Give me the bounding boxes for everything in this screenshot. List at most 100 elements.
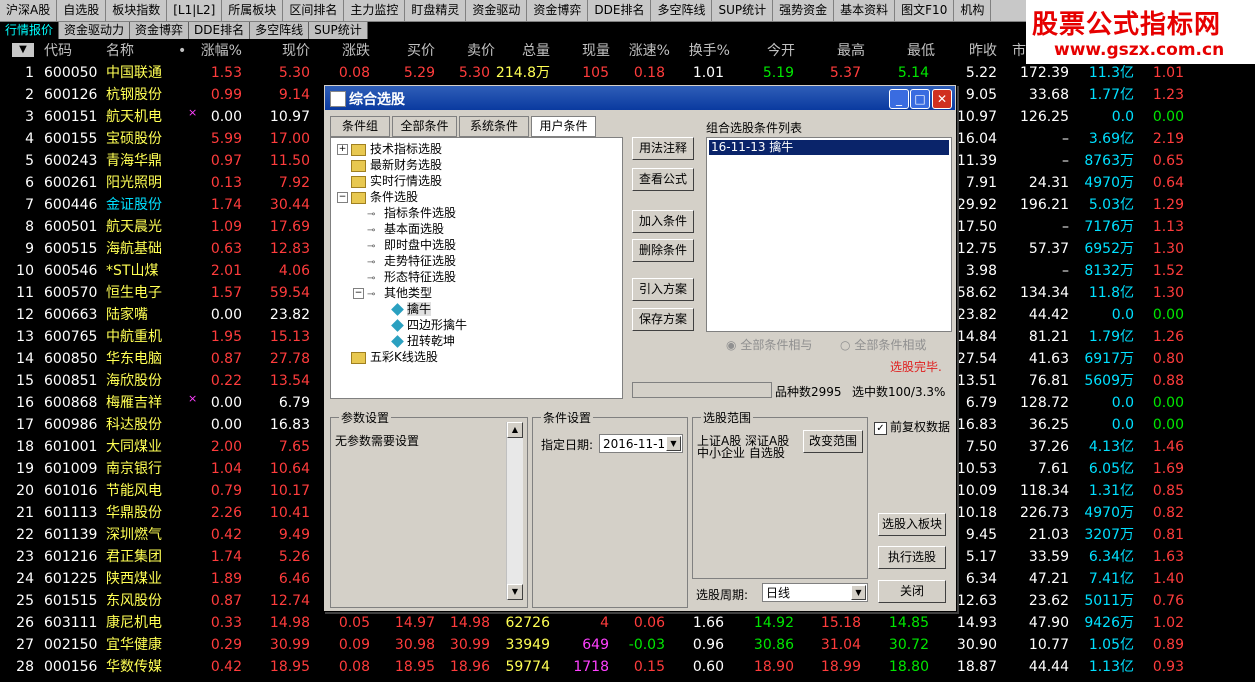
radio-and[interactable]: ◉ 全部条件相与 [726, 336, 812, 353]
tree-item-other[interactable]: − ⊸ 其他类型 [353, 286, 432, 301]
column-header[interactable]: 最高 [825, 40, 865, 62]
change-range-button[interactable]: 改变范围 [803, 430, 863, 453]
column-header[interactable]: 总量 [510, 40, 550, 62]
cell-r: 0.64 [1152, 175, 1184, 191]
column-header[interactable]: 市 [1012, 40, 1032, 62]
view-formula-button[interactable]: 查看公式 [632, 168, 694, 191]
column-header[interactable]: • [178, 40, 188, 62]
cell-price: 30.44 [269, 197, 310, 213]
minimize-icon[interactable]: _ [889, 89, 909, 109]
chevron-down-icon[interactable]: ▼ [851, 585, 866, 600]
tree-item-quad-qinniu[interactable]: 四边形擒牛 [391, 318, 467, 333]
tab-0[interactable]: 行情报价 [0, 22, 60, 39]
menu-item[interactable]: 沪深A股 [0, 0, 58, 21]
table-row[interactable]: 28 000156 华数传媒 0.42 18.95 0.08 18.95 18.96 59774… [0, 656, 1255, 678]
tree-item-fundamental[interactable]: ⊸ 基本面选股 [367, 222, 444, 237]
column-header[interactable]: 卖价 [455, 40, 495, 62]
menu-item[interactable]: SUP统计 [712, 0, 774, 21]
column-header[interactable]: 涨跌 [330, 40, 370, 62]
tab-5[interactable]: SUP统计 [309, 22, 368, 39]
chevron-down-icon[interactable]: ▼ [666, 436, 681, 451]
add-condition-button[interactable]: 加入条件 [632, 210, 694, 233]
column-header[interactable]: 今开 [755, 40, 795, 62]
cell-r: 0.00 [1152, 307, 1184, 323]
to-block-button[interactable]: 选股入板块 [878, 513, 946, 536]
cell-pe: 172.39 [1020, 65, 1069, 81]
cell-pe: 24.31 [1028, 175, 1069, 191]
column-header[interactable]: 涨速% [620, 40, 670, 62]
cell-r: 0.93 [1152, 659, 1184, 675]
column-header[interactable]: 买价 [395, 40, 435, 62]
menu-item[interactable]: 强势资金 [773, 0, 835, 21]
tab-all-conditions[interactable]: 全部条件 [392, 116, 457, 137]
param-scrollbar[interactable]: ▲ ▼ [506, 422, 523, 600]
tree-item-candle[interactable]: 五彩K线选股 [351, 350, 438, 365]
menu-item[interactable]: 所属板块 [222, 0, 284, 21]
menu-item[interactable]: 主力监控 [344, 0, 406, 21]
tab-user-conditions[interactable]: 用户条件 [531, 116, 596, 137]
tab-4[interactable]: 多空阵线 [250, 22, 310, 39]
tab-condition-group[interactable]: 条件组 [330, 116, 390, 137]
tree-item-condition[interactable]: − 条件选股 [337, 190, 418, 205]
menu-item[interactable]: 板块指数 [106, 0, 168, 21]
close-icon[interactable]: ✕ [932, 89, 952, 109]
tree-item-intraday[interactable]: ⊸ 即时盘中选股 [367, 238, 456, 253]
cell-name: 中国联通 [106, 65, 162, 81]
cell-code: 600243 [44, 153, 98, 169]
fq-checkbox[interactable]: ✓ 前复权数据 [874, 418, 950, 435]
menu-item[interactable]: 机构 [954, 0, 992, 21]
menu-item[interactable]: 基本资料 [834, 0, 896, 21]
date-picker[interactable]: 2016-11-13 ▼ [599, 434, 683, 453]
tree-item-qinniu[interactable]: 擒牛 [391, 302, 432, 317]
menu-item[interactable]: 多空阵线 [651, 0, 713, 21]
cell-cap: 4970万 [1084, 505, 1134, 521]
date-label: 指定日期: [541, 438, 594, 452]
tab-2[interactable]: 资金博弈 [130, 22, 190, 39]
condition-tree: + 技术指标选股 最新财务选股 实时行情选股 − 条件选股 ⊸ 指标条件选股 ⊸ 基本面… [330, 137, 623, 399]
tree-item-pattern[interactable]: ⊸ 形态特征选股 [367, 270, 456, 285]
save-plan-button[interactable]: 保存方案 [632, 308, 694, 331]
menu-item[interactable]: 区间排名 [283, 0, 345, 21]
tab-1[interactable]: 资金驱动力 [59, 22, 131, 39]
maximize-icon[interactable]: □ [910, 89, 930, 109]
menu-item[interactable]: 资金驱动 [466, 0, 528, 21]
column-header[interactable]: 最低 [895, 40, 935, 62]
tree-item-realtime[interactable]: 实时行情选股 [351, 174, 442, 189]
scroll-down-icon[interactable]: ▼ [507, 584, 523, 600]
delete-condition-button[interactable]: 删除条件 [632, 239, 694, 262]
tree-item-finance[interactable]: 最新财务选股 [351, 158, 442, 173]
tab-3[interactable]: DDE排名 [189, 22, 251, 39]
condition-list[interactable]: 16-11-13 擒牛 [706, 137, 952, 332]
import-plan-button[interactable]: 引入方案 [632, 278, 694, 301]
sort-icon[interactable]: ▼ [12, 43, 34, 57]
condition-list-item[interactable]: 16-11-13 擒牛 [709, 140, 949, 155]
menu-item[interactable]: [L1|L2] [167, 0, 223, 21]
column-header[interactable]: 现价 [270, 40, 310, 62]
column-header[interactable]: 涨幅% [196, 40, 242, 62]
usage-button[interactable]: 用法注释 [632, 137, 694, 160]
menu-item[interactable]: 自选股 [57, 0, 107, 21]
menu-item[interactable]: 盯盘精灵 [405, 0, 467, 21]
close-button[interactable]: 关闭 [878, 580, 946, 603]
column-header[interactable]: 名称 [106, 40, 146, 62]
cell-pe: 81.21 [1028, 329, 1069, 345]
period-select[interactable]: 日线 ▼ [762, 583, 868, 602]
menu-item[interactable]: 资金博弈 [527, 0, 589, 21]
column-header[interactable]: 现量 [570, 40, 610, 62]
cell-pe: – [1062, 263, 1069, 279]
tree-item-niuzhuan[interactable]: 扭转乾坤 [391, 334, 455, 349]
menu-item[interactable]: 图文F10 [895, 0, 955, 21]
cell-r: 1.46 [1152, 439, 1184, 455]
column-header[interactable]: 昨收 [957, 40, 997, 62]
tab-system-conditions[interactable]: 系统条件 [459, 116, 529, 137]
radio-or[interactable]: ○ 全部条件相或 [840, 336, 926, 353]
column-header[interactable]: 换手% [680, 40, 730, 62]
tree-item-indicator[interactable]: ⊸ 指标条件选股 [367, 206, 456, 221]
execute-button[interactable]: 执行选股 [878, 546, 946, 569]
tree-item-trend[interactable]: ⊸ 走势特征选股 [367, 254, 456, 269]
dialog-titlebar[interactable]: 综合选股 _ □ ✕ [325, 86, 955, 110]
column-header[interactable]: 代码 [44, 40, 84, 62]
menu-item[interactable]: DDE排名 [588, 0, 652, 21]
scroll-up-icon[interactable]: ▲ [507, 422, 523, 438]
tree-item-technical[interactable]: + 技术指标选股 [337, 142, 442, 157]
